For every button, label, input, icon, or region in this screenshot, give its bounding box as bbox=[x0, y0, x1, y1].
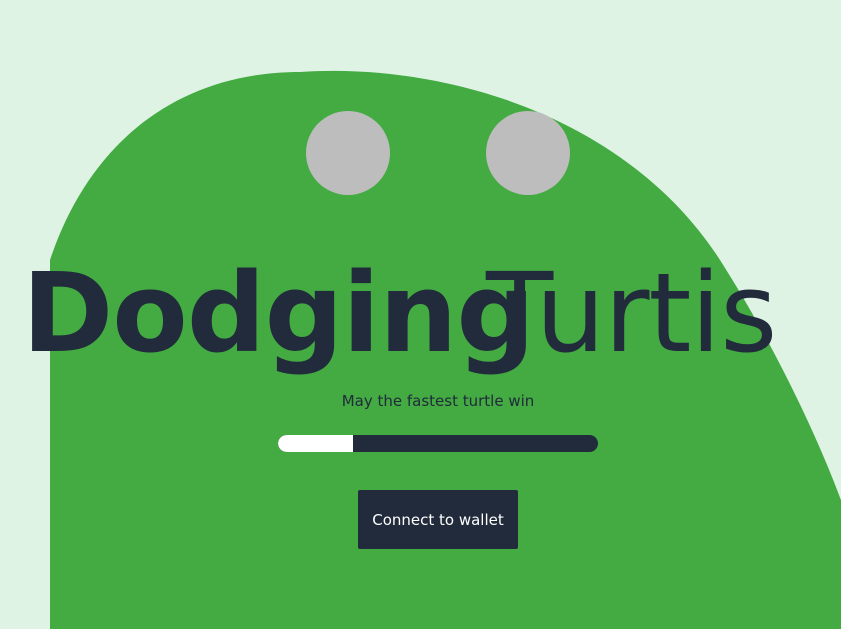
landing-page: Dodging Turtis May the fastest turtle wi… bbox=[0, 0, 841, 629]
title-light: Turtis bbox=[486, 249, 777, 377]
connect-wallet-button[interactable]: Connect to wallet bbox=[358, 490, 518, 549]
subtitle: May the fastest turtle win bbox=[341, 392, 535, 410]
turtle-right-eye bbox=[486, 111, 570, 195]
turtle-left-eye bbox=[306, 111, 390, 195]
title-bold: Dodging bbox=[22, 249, 535, 377]
progress-fill bbox=[278, 435, 354, 452]
loading-progress-bar bbox=[278, 435, 598, 452]
